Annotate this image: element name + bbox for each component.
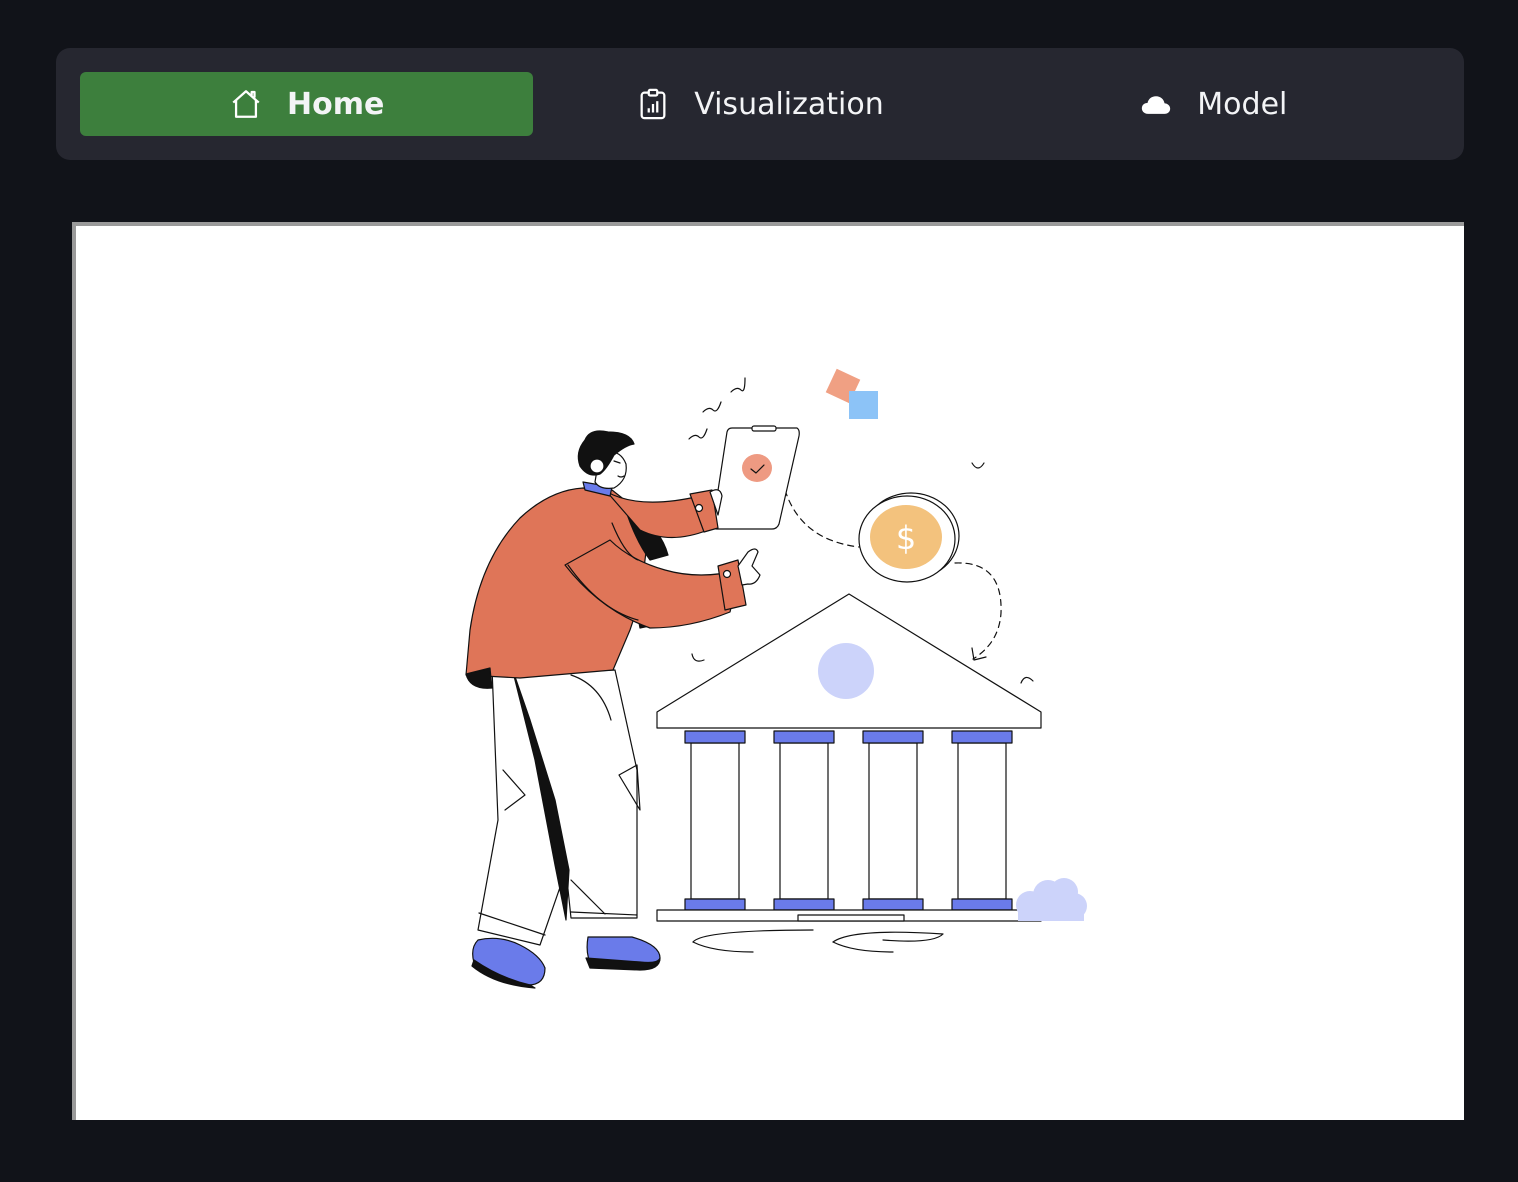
- tab-model-label: Model: [1197, 86, 1288, 122]
- bank-building: [656, 593, 1042, 953]
- house-icon: [229, 87, 263, 121]
- tab-visualization-label: Visualization: [694, 86, 884, 122]
- decorative-squares: [825, 368, 878, 419]
- bush: [1016, 878, 1087, 921]
- clipboard-chart-icon: [636, 87, 670, 121]
- top-navbar: Home Visualization Model: [56, 48, 1464, 160]
- bank-illustration: $: [465, 368, 1087, 989]
- arrowhead: [971, 647, 987, 661]
- phone: [712, 425, 800, 530]
- tab-home[interactable]: Home: [80, 72, 534, 136]
- cloud-icon: [1139, 87, 1173, 121]
- dollar-coin: $: [858, 492, 960, 583]
- tab-home-label: Home: [287, 86, 385, 122]
- svg-text:$: $: [896, 519, 916, 557]
- content-frame: $: [72, 222, 1464, 1120]
- tab-visualization[interactable]: Visualization: [533, 72, 986, 136]
- tab-model[interactable]: Model: [987, 72, 1440, 136]
